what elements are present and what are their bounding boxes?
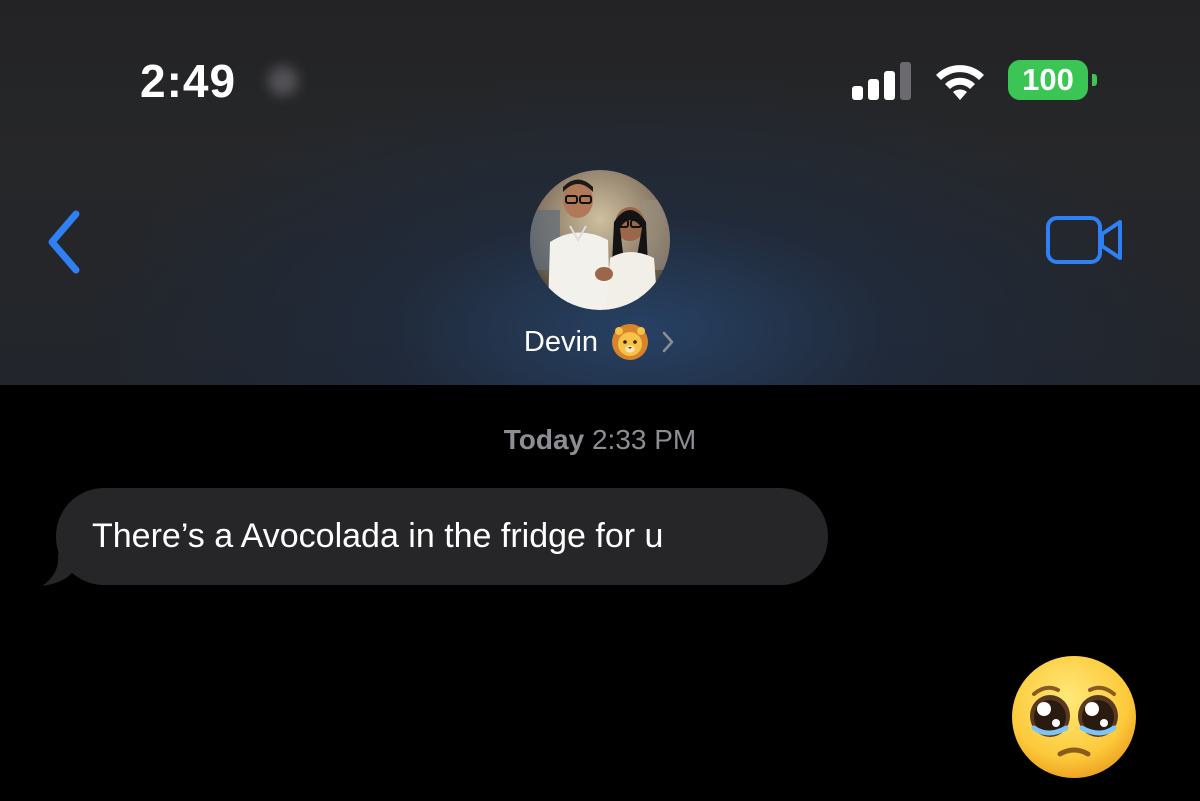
- battery-level: 100: [1008, 60, 1088, 100]
- battery-indicator: 100: [1008, 60, 1100, 102]
- contact-name-row[interactable]: Devin: [500, 318, 700, 366]
- contact-avatar[interactable]: [530, 170, 670, 310]
- wifi-icon: [936, 65, 984, 100]
- lion-face-icon: [612, 324, 649, 360]
- timestamp-time: 2:33 PM: [591, 424, 697, 455]
- incoming-message-bubble[interactable]: There’s a Avocolada in the fridge for u: [56, 488, 828, 585]
- status-time: 2:49: [140, 55, 237, 107]
- location-arrow-icon: [268, 66, 298, 96]
- chevron-left-icon[interactable]: [40, 204, 92, 280]
- pleading-face-icon[interactable]: [1008, 654, 1140, 780]
- contact-name: Devin: [523, 325, 599, 358]
- video-camera-icon[interactable]: [1044, 212, 1126, 268]
- message-timestamp: Today 2:33 PM: [0, 424, 1200, 456]
- chevron-right-icon: [662, 331, 674, 353]
- battery-cap: [1092, 74, 1097, 86]
- timestamp-day: Today: [503, 424, 585, 455]
- messages-screen: 2:49 100 Devin Today 2:33 PM There’s a A…: [0, 0, 1200, 801]
- conversation-header: 2:49 100 Devin: [0, 0, 1200, 385]
- cellular-signal-icon: [852, 62, 911, 100]
